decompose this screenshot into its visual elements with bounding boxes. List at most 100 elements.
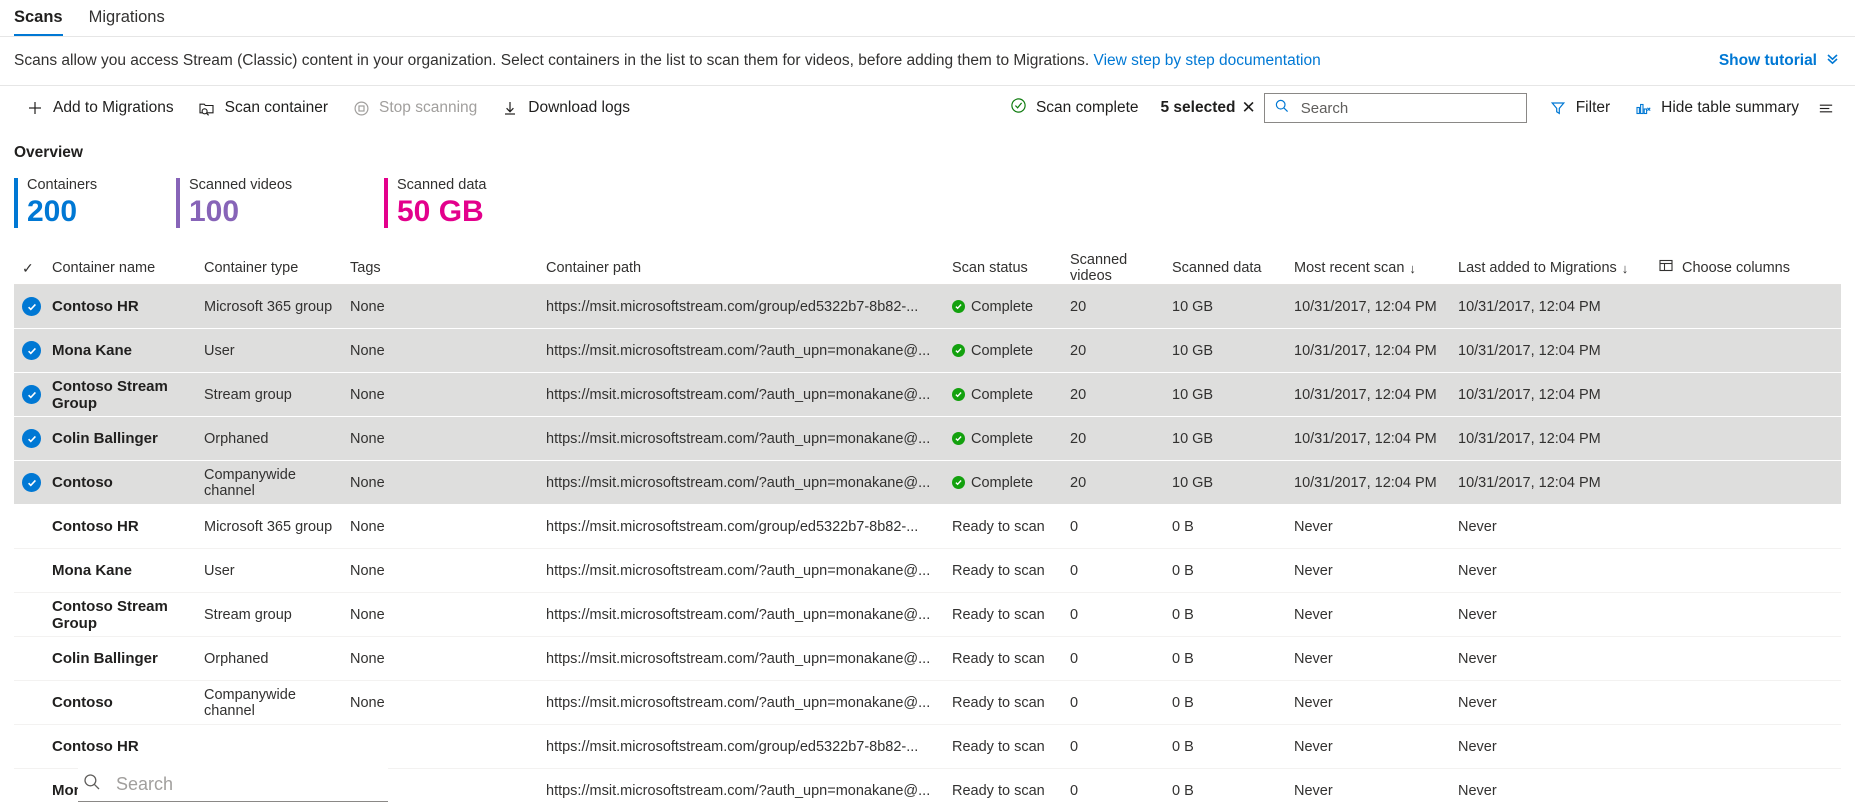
filter-button[interactable]: Filter (1537, 90, 1622, 126)
download-icon (501, 99, 519, 117)
table-row[interactable]: Colin BallingerOrphanedNonehttps://msit.… (14, 637, 1841, 681)
scan-container-icon (198, 99, 216, 117)
show-tutorial-label: Show tutorial (1719, 52, 1817, 70)
hide-table-summary-label: Hide table summary (1661, 99, 1799, 117)
cell-most-recent-scan: Never (1294, 739, 1458, 755)
floating-search-input[interactable] (114, 773, 384, 796)
cell-most-recent-scan: 10/31/2017, 12:04 PM (1294, 299, 1458, 315)
cell-tags: None (350, 431, 546, 447)
row-checkbox[interactable] (14, 297, 52, 316)
table-header-row: ✓ Container name Container type Tags Con… (14, 252, 1841, 285)
table-row[interactable]: Contoso Stream GroupStream groupNonehttp… (14, 373, 1841, 417)
documentation-link[interactable]: View step by step documentation (1094, 52, 1321, 69)
show-tutorial-button[interactable]: Show tutorial (1719, 50, 1841, 72)
cell-most-recent-scan: 10/31/2017, 12:04 PM (1294, 387, 1458, 403)
card-containers-value: 200 (27, 194, 176, 230)
cell-container-path: https://msit.microsoftstream.com/?auth_u… (546, 651, 952, 667)
cell-scan-status: Complete (952, 387, 1070, 403)
cell-scan-status: Complete (952, 299, 1070, 315)
cell-most-recent-scan: 10/31/2017, 12:04 PM (1294, 475, 1458, 491)
tab-migrations[interactable]: Migrations (89, 7, 165, 36)
clear-selection-icon[interactable]: ✕ (1241, 98, 1255, 118)
cell-scanned-videos: 20 (1070, 475, 1172, 491)
cell-container-name: Colin Ballinger (52, 650, 204, 667)
cell-container-path: https://msit.microsoftstream.com/?auth_u… (546, 563, 952, 579)
cell-scanned-data: 10 GB (1172, 299, 1294, 315)
add-to-migrations-label: Add to Migrations (53, 99, 174, 117)
chevron-double-down-icon (1824, 50, 1841, 72)
selection-count[interactable]: 5 selected (1149, 99, 1242, 117)
download-logs-button[interactable]: Download logs (489, 90, 642, 126)
card-accent-bar (384, 178, 388, 228)
cell-last-added: Never (1458, 651, 1658, 667)
column-header-path[interactable]: Container path (546, 260, 952, 276)
cell-most-recent-scan: Never (1294, 607, 1458, 623)
column-header-last-added[interactable]: Last added to Migrations ↓ (1458, 260, 1658, 276)
table-row[interactable]: ContosoCompanywide channelNonehttps://ms… (14, 461, 1841, 505)
column-header-recent-scan[interactable]: Most recent scan ↓ (1294, 260, 1458, 276)
table-row[interactable]: Contoso Stream GroupStream groupNonehttp… (14, 593, 1841, 637)
column-header-tags[interactable]: Tags (350, 260, 546, 276)
table-row[interactable]: Colin BallingerOrphanedNonehttps://msit.… (14, 417, 1841, 461)
select-all-checkbox[interactable]: ✓ (14, 260, 52, 277)
cell-scanned-videos: 20 (1070, 299, 1172, 315)
cell-container-type: Stream group (204, 387, 350, 403)
scan-container-label: Scan container (225, 99, 328, 117)
column-header-data[interactable]: Scanned data (1172, 260, 1294, 276)
column-header-type[interactable]: Container type (204, 260, 350, 276)
command-bar: Add to Migrations Scan container Stop sc… (0, 86, 1855, 130)
table-row[interactable]: Contoso HRMicrosoft 365 groupNonehttps:/… (14, 505, 1841, 549)
checked-circle-icon (22, 297, 41, 316)
floating-search-box[interactable] (78, 768, 388, 802)
cell-tags: None (350, 299, 546, 315)
table-row[interactable]: Mona KaneUserNonehttps://msit.microsofts… (14, 549, 1841, 593)
tab-scans[interactable]: Scans (14, 7, 63, 36)
table-summary-icon (1634, 99, 1652, 117)
table-row[interactable]: ContosoCompanywide channelNonehttps://ms… (14, 681, 1841, 725)
choose-columns-icon (1658, 258, 1674, 278)
cell-container-name: Contoso HR (52, 738, 204, 755)
scan-container-button[interactable]: Scan container (186, 90, 340, 126)
cell-container-type: Orphaned (204, 431, 350, 447)
scan-status-text: Ready to scan (952, 651, 1045, 667)
row-checkbox[interactable] (14, 341, 52, 360)
cell-container-name: Colin Ballinger (52, 430, 204, 447)
column-header-status[interactable]: Scan status (952, 260, 1070, 276)
card-scanned-videos-value: 100 (189, 194, 384, 230)
cell-tags: None (350, 607, 546, 623)
row-checkbox[interactable] (14, 473, 52, 492)
scan-status-text: Ready to scan (952, 607, 1045, 623)
search-box[interactable] (1264, 93, 1527, 123)
row-checkbox[interactable] (14, 385, 52, 404)
add-to-migrations-button[interactable]: Add to Migrations (14, 90, 186, 126)
check-circle-icon (1010, 97, 1027, 119)
row-checkbox[interactable] (14, 429, 52, 448)
status-complete-icon (952, 476, 965, 489)
list-menu-icon (1817, 99, 1835, 117)
scan-status-indicator: Scan complete (1000, 97, 1149, 119)
search-input[interactable] (1299, 99, 1517, 118)
table-body: Contoso HRMicrosoft 365 groupNonehttps:/… (14, 285, 1841, 808)
cell-most-recent-scan: Never (1294, 695, 1458, 711)
cell-container-path: https://msit.microsoftstream.com/group/e… (546, 739, 952, 755)
column-header-videos[interactable]: Scanned videos (1070, 252, 1172, 284)
cell-container-name: Contoso HR (52, 518, 204, 535)
cell-last-added: Never (1458, 783, 1658, 799)
more-options-button[interactable] (1811, 90, 1841, 126)
status-complete-icon (952, 388, 965, 401)
cell-container-path: https://msit.microsoftstream.com/?auth_u… (546, 387, 952, 403)
cell-container-type: Companywide channel (204, 467, 350, 499)
cell-scanned-data: 0 B (1172, 695, 1294, 711)
card-accent-bar (176, 178, 180, 228)
cell-scan-status: Complete (952, 431, 1070, 447)
cell-scanned-data: 10 GB (1172, 387, 1294, 403)
choose-columns-button[interactable]: Choose columns (1658, 258, 1841, 278)
cell-scan-status: Complete (952, 343, 1070, 359)
cell-scan-status: Ready to scan (952, 563, 1070, 579)
hide-table-summary-button[interactable]: Hide table summary (1622, 90, 1811, 126)
filter-label: Filter (1576, 99, 1610, 117)
table-row[interactable]: Contoso HRMicrosoft 365 groupNonehttps:/… (14, 285, 1841, 329)
cell-container-name: Mona Kane (52, 342, 204, 359)
column-header-name[interactable]: Container name (52, 260, 204, 276)
table-row[interactable]: Mona KaneUserNonehttps://msit.microsofts… (14, 329, 1841, 373)
